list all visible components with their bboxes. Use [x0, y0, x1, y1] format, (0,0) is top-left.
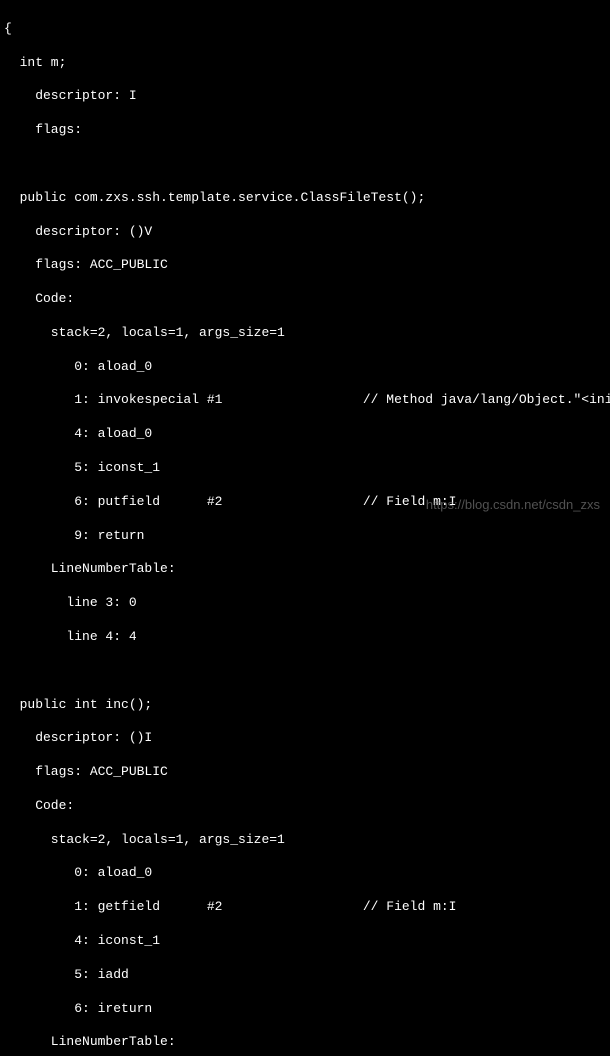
code-line: stack=2, locals=1, args_size=1 — [4, 325, 610, 342]
code-line: LineNumberTable: — [4, 1034, 610, 1051]
code-line: line 3: 0 — [4, 595, 610, 612]
code-line: 6: ireturn — [4, 1001, 610, 1018]
code-line: flags: ACC_PUBLIC — [4, 764, 610, 781]
code-line: stack=2, locals=1, args_size=1 — [4, 832, 610, 849]
code-line — [4, 156, 610, 173]
code-line: Code: — [4, 798, 610, 815]
code-line: 0: aload_0 — [4, 865, 610, 882]
code-line: 5: iadd — [4, 967, 610, 984]
code-line: descriptor: I — [4, 88, 610, 105]
code-line: descriptor: ()V — [4, 224, 610, 241]
code-line: 1: getfield #2 // Field m:I — [4, 899, 610, 916]
code-line: { — [4, 21, 610, 38]
code-line: public com.zxs.ssh.template.service.Clas… — [4, 190, 610, 207]
terminal-output: { int m; descriptor: I flags: public com… — [4, 4, 610, 1056]
code-line: line 4: 4 — [4, 629, 610, 646]
code-line — [4, 663, 610, 680]
code-line: public int inc(); — [4, 697, 610, 714]
code-line: LineNumberTable: — [4, 561, 610, 578]
code-line: flags: — [4, 122, 610, 139]
code-line: 5: iconst_1 — [4, 460, 610, 477]
code-line: int m; — [4, 55, 610, 72]
code-line: flags: ACC_PUBLIC — [4, 257, 610, 274]
code-line: 4: aload_0 — [4, 426, 610, 443]
code-line: 0: aload_0 — [4, 359, 610, 376]
code-line: descriptor: ()I — [4, 730, 610, 747]
watermark-text: https://blog.csdn.net/csdn_zxs — [426, 497, 600, 514]
code-line: 9: return — [4, 528, 610, 545]
code-line: 1: invokespecial #1 // Method java/lang/… — [4, 392, 610, 409]
code-line: Code: — [4, 291, 610, 308]
code-line: 4: iconst_1 — [4, 933, 610, 950]
